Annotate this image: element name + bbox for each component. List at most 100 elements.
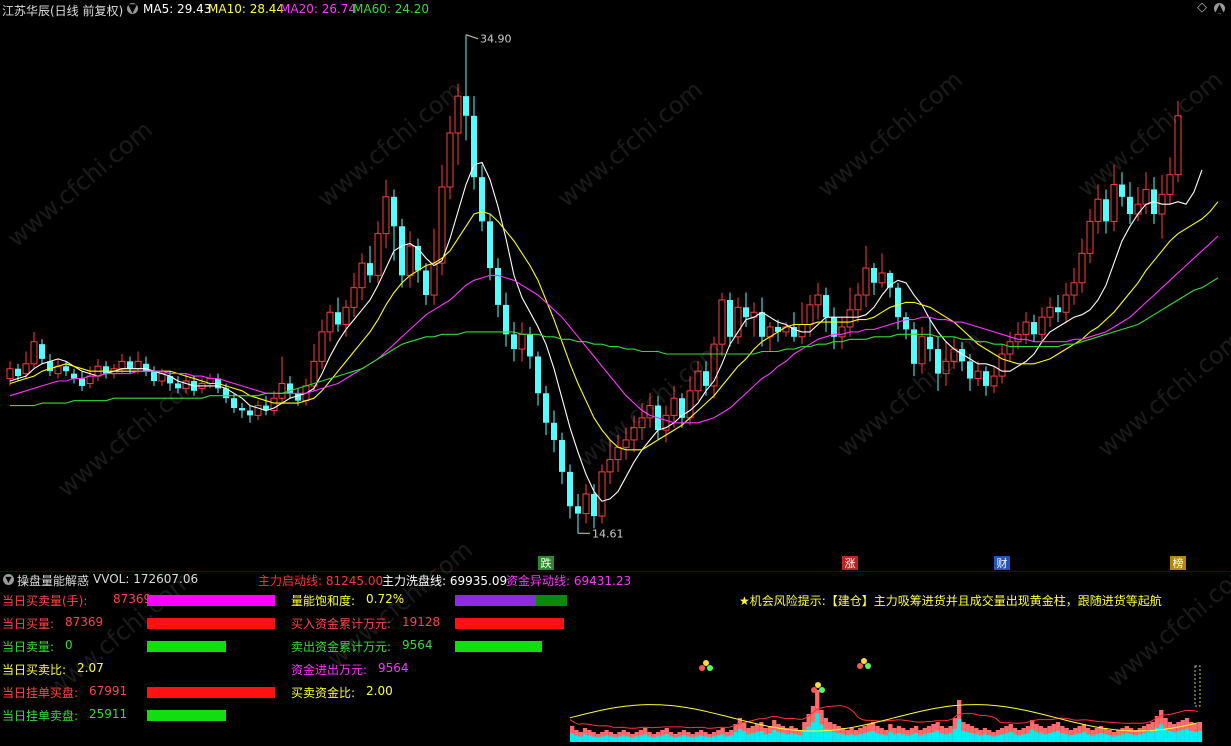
candle[interactable]: [518, 322, 526, 362]
candle[interactable]: [1055, 295, 1061, 323]
candle[interactable]: [814, 282, 822, 320]
candle[interactable]: [350, 272, 358, 318]
candle[interactable]: [263, 395, 269, 416]
candle[interactable]: [750, 302, 758, 337]
candle[interactable]: [382, 179, 390, 249]
candle[interactable]: [335, 297, 341, 332]
candle[interactable]: [511, 322, 517, 362]
candle[interactable]: [791, 312, 797, 342]
candle[interactable]: [415, 238, 421, 283]
candle[interactable]: [463, 34, 469, 141]
candle[interactable]: [798, 302, 806, 345]
candle[interactable]: [846, 287, 854, 337]
scroll-up-icon[interactable]: ▲: [1214, 2, 1225, 14]
candle[interactable]: [551, 410, 557, 453]
candle[interactable]: [239, 403, 245, 418]
candle[interactable]: [1134, 186, 1142, 222]
candle[interactable]: [318, 319, 326, 369]
candle[interactable]: [151, 366, 157, 386]
dropdown-icon[interactable]: ▼: [127, 2, 138, 14]
candle[interactable]: [367, 245, 373, 283]
candle[interactable]: [399, 218, 405, 288]
candle[interactable]: [39, 339, 45, 364]
candle[interactable]: [358, 253, 366, 300]
candle[interactable]: [94, 358, 102, 382]
candle[interactable]: [79, 371, 85, 391]
candle[interactable]: [6, 361, 14, 386]
candle[interactable]: [430, 228, 438, 305]
candle[interactable]: [495, 258, 501, 318]
stock-title[interactable]: 江苏华辰(日线 前复权): [2, 2, 123, 19]
signal-marker[interactable]: 跌: [538, 556, 554, 570]
candle[interactable]: [862, 245, 870, 308]
candle[interactable]: [1103, 189, 1109, 234]
candle[interactable]: [1078, 238, 1086, 293]
candle[interactable]: [871, 263, 877, 296]
candle[interactable]: [598, 464, 606, 524]
signal-marker[interactable]: 榜: [1170, 556, 1186, 570]
candle[interactable]: [990, 366, 998, 394]
candle[interactable]: [503, 292, 509, 347]
candle[interactable]: [287, 376, 293, 399]
candle[interactable]: [278, 356, 286, 404]
diamond-icon[interactable]: ◇: [1197, 0, 1207, 15]
candle[interactable]: [911, 322, 917, 377]
candle[interactable]: [1038, 307, 1046, 342]
candle[interactable]: [423, 263, 429, 305]
candle[interactable]: [103, 361, 109, 379]
indicator-title[interactable]: 操盘量能解惑: [17, 572, 89, 589]
candle[interactable]: [1062, 282, 1070, 323]
candle[interactable]: [1166, 157, 1174, 205]
candle[interactable]: [54, 358, 62, 379]
candle[interactable]: [71, 368, 77, 384]
candle[interactable]: [247, 405, 253, 423]
candle[interactable]: [47, 353, 53, 377]
candle[interactable]: [374, 221, 382, 283]
candle[interactable]: [1070, 268, 1078, 305]
candle[interactable]: [326, 304, 334, 342]
volume-signal-icon[interactable]: [811, 682, 825, 693]
candle[interactable]: [878, 253, 886, 288]
candle[interactable]: [903, 312, 909, 340]
candle[interactable]: [575, 493, 581, 534]
candle[interactable]: [974, 361, 982, 386]
candle[interactable]: [582, 484, 590, 524]
volume-signal-icon[interactable]: [857, 658, 871, 669]
candle[interactable]: [446, 115, 454, 200]
candle[interactable]: [487, 214, 493, 281]
candle[interactable]: [406, 231, 414, 288]
candle[interactable]: [1046, 297, 1054, 327]
candle[interactable]: [1127, 182, 1133, 224]
candle[interactable]: [567, 464, 573, 519]
candle[interactable]: [1031, 314, 1037, 342]
candle[interactable]: [143, 356, 149, 377]
candle[interactable]: [998, 344, 1006, 384]
candle[interactable]: [1086, 209, 1094, 264]
candle[interactable]: [759, 297, 765, 347]
candle[interactable]: [134, 351, 142, 374]
candle[interactable]: [727, 292, 733, 347]
candle[interactable]: [543, 385, 549, 436]
candle[interactable]: [734, 297, 742, 345]
candle[interactable]: [342, 299, 350, 337]
candle[interactable]: [823, 287, 829, 332]
candle[interactable]: [535, 351, 541, 406]
candle[interactable]: [30, 331, 38, 369]
candle[interactable]: [1014, 322, 1022, 350]
candle[interactable]: [1142, 172, 1150, 215]
candle[interactable]: [1151, 177, 1157, 224]
candlestick-chart[interactable]: 34.90 14.61 跌 涨 财 榜: [0, 0, 1231, 572]
signal-marker[interactable]: 财: [994, 556, 1010, 570]
candle[interactable]: [254, 400, 262, 421]
volume-signal-icon[interactable]: [699, 660, 713, 671]
candle[interactable]: [471, 96, 477, 190]
candle[interactable]: [86, 366, 94, 389]
candle[interactable]: [743, 292, 749, 327]
candle[interactable]: [479, 164, 485, 232]
candle[interactable]: [983, 366, 989, 396]
signal-marker[interactable]: 涨: [842, 556, 858, 570]
candle[interactable]: [527, 326, 533, 369]
candle[interactable]: [559, 432, 565, 485]
indicator-dropdown-icon[interactable]: ▼: [3, 574, 14, 585]
candle[interactable]: [1158, 174, 1166, 239]
